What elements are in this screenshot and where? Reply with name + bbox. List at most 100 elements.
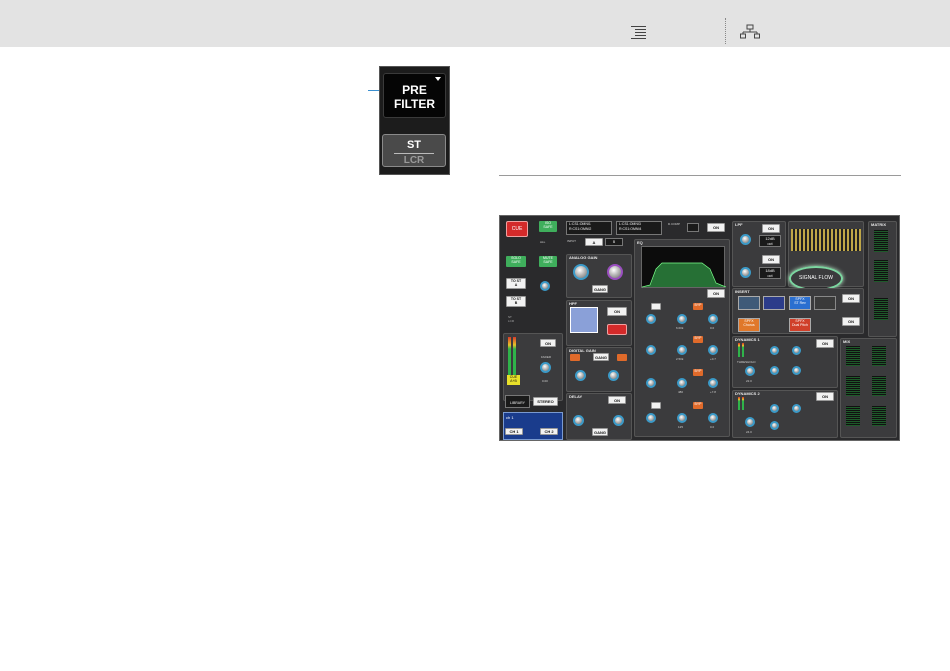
eq-band-1-q-knob[interactable] [646,413,656,423]
eq-band-4-type-button[interactable] [651,303,661,310]
dyn-2-on-button[interactable]: ON [816,392,834,401]
input-patch-a[interactable]: L:CS1:OMNI1 R:CS1:OMNI2 [566,221,612,235]
hpf-graph[interactable] [570,307,598,333]
hpf-on-button[interactable]: ON [607,307,627,316]
digital-gain-a-knob[interactable] [575,370,586,381]
iso-safe-button[interactable]: ISO SAFE [539,221,557,232]
assign-grid[interactable] [791,229,861,251]
pre-filter-button[interactable]: PRE FILTER [383,73,446,118]
eq-band-1-bypass-button[interactable]: BYP [693,402,703,409]
lpf-freq-knob[interactable] [740,234,751,245]
dyn-1-attack-knob[interactable] [792,346,801,355]
hpf2-freq-knob[interactable] [740,267,751,278]
eq-band-2-bypass-button[interactable]: BYP [693,369,703,376]
prefilter-panel-crop: PRE FILTER ST LCR [379,66,450,175]
dyn-1-meter-a [738,343,740,357]
hpf-red-button[interactable] [607,324,627,335]
dyn-1-ratio-knob[interactable] [770,346,779,355]
eq-on-button[interactable]: ON [707,289,725,298]
dyn-1-meter-b [742,343,744,357]
cue-a-b-indicator[interactable]: CUE A+B [507,375,520,385]
analog-gang-button[interactable]: GANG [592,285,608,293]
sitemap-icon[interactable] [740,24,760,40]
channel-on-button[interactable]: ON [540,339,556,347]
dyn-1-hold-knob[interactable] [770,366,779,375]
eq-band-1-freq-knob[interactable] [677,413,687,423]
ch-1-label: CH 1 [509,429,519,434]
insert-on-1-button[interactable]: ON [842,294,860,303]
delay-title: DELAY [569,394,583,399]
toc-list-icon[interactable] [629,25,647,39]
eq-band-4-q-knob[interactable] [646,314,656,324]
insert-slot-1[interactable] [738,296,760,310]
input-patch-b[interactable]: L:CS1:OMNI3 R:CS1:OMNI4 [616,221,662,235]
eq-band-2-freq-knob[interactable] [677,378,687,388]
eq-band-1-freq-value: 125 [678,425,684,429]
st-lcr-mini: ST LCR [508,315,515,323]
insert-on-2-label: ON [848,319,854,324]
eq-band-4-freq-knob[interactable] [677,314,687,324]
eq-band-3-bypass-button[interactable]: BYP [693,336,703,343]
input-b-button[interactable]: B [605,238,623,246]
dyn-2-range-knob[interactable] [770,421,779,430]
insert-slot-6[interactable]: SPFX Dual Pitch [789,318,811,332]
dyn-2-threshold-knob[interactable] [745,417,755,427]
insert-slot-3[interactable]: SPFX ST Rev [789,296,811,310]
dyn-2-frequency-knob[interactable] [770,404,779,413]
eq-band-2-gain-knob[interactable] [708,378,718,388]
eq-band-2-q-knob[interactable] [646,378,656,388]
mute-safe-button[interactable]: MUTE SAFE [539,256,557,267]
to-st-b-button[interactable]: TO ST B [506,296,526,307]
pan-knob[interactable] [540,281,550,291]
dyn-1-on-button[interactable]: ON [816,339,834,348]
input-a-button[interactable]: A [585,238,603,246]
insert-slot-4[interactable] [814,296,836,310]
stereo-button[interactable]: STEREO [533,397,558,406]
fader-value: 0.00 [542,379,548,383]
dyn-1-decay-knob[interactable] [792,366,801,375]
insert-slot-5[interactable]: SPFX Chorus [738,318,760,332]
eq-band-4-gain-value: 0.0 [710,326,715,330]
insert-slot-2[interactable] [763,296,785,310]
eq-band-3-freq-knob[interactable] [677,345,687,355]
stereo-label: STEREO [537,399,554,404]
hpf2-on-button[interactable]: ON [762,255,780,264]
eq-band-4-bypass-button[interactable]: BYP [693,303,703,310]
cue-button[interactable]: CUE [506,221,528,237]
eq-band-3-q-knob[interactable] [646,345,656,355]
lpf-slope-button[interactable]: 12dB oct [759,235,781,247]
st-lcr-button[interactable]: ST LCR [382,134,446,167]
eq-band-1-gain-knob[interactable] [708,413,718,423]
insert-on-2-button[interactable]: ON [842,317,860,326]
ch-2-button[interactable]: CH 2 [540,428,558,435]
signal-flow-label: SIGNAL FLOW [799,275,833,281]
eq-band-1-type-button[interactable] [651,402,661,409]
lpf-on-button[interactable]: ON [762,224,780,233]
phase-a-button[interactable] [570,354,580,361]
delay-gang-button[interactable]: GANG [592,428,608,436]
fader-knob[interactable] [540,362,551,373]
phase-b-button[interactable] [617,354,627,361]
eq-curve [641,262,727,288]
digital-gain-b-knob[interactable] [608,370,619,381]
hpf2-slope-button[interactable]: 18dB oct [759,267,781,279]
dynamics-2-title: DYNAMICS 2 [735,391,760,396]
delay-b-knob[interactable] [613,415,624,426]
eq-band-4-gain-knob[interactable] [708,314,718,324]
eq-graph[interactable] [641,246,727,288]
digital-gang-button[interactable]: GANG [593,353,609,361]
dyn-2-type-knob[interactable] [792,404,801,413]
ch-1-button[interactable]: CH 1 [505,428,523,435]
dcomp-edit-button[interactable] [687,223,699,232]
solo-safe-button[interactable]: SOLO SAFE [506,256,526,267]
analog-gain-b-knob[interactable] [607,264,623,280]
library-button[interactable]: LIBRARY [505,395,530,408]
eq-band-3-gain-knob[interactable] [708,345,718,355]
delay-a-knob[interactable] [573,415,584,426]
dcomp-label: D.COMP [668,222,680,226]
dyn-1-threshold-knob[interactable] [745,366,755,376]
to-st-a-button[interactable]: TO ST A [506,278,526,289]
analog-gain-knob[interactable] [573,264,589,280]
delay-on-button[interactable]: ON [608,396,626,404]
dcomp-on-button[interactable]: ON [707,223,725,232]
